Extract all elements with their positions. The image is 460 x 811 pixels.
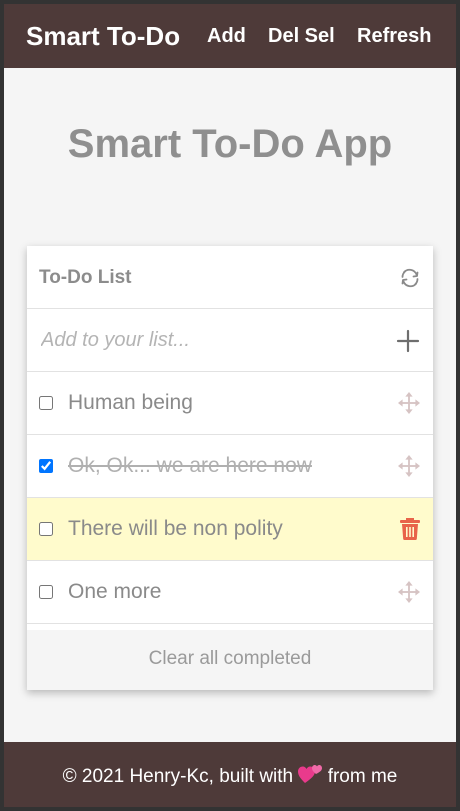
todo-checkbox[interactable] bbox=[39, 522, 53, 536]
move-icon[interactable] bbox=[398, 455, 422, 479]
app-frame: Smart To-Do Add Del Sel Refresh Smart To… bbox=[4, 4, 456, 807]
navbar: Smart To-Do Add Del Sel Refresh bbox=[4, 4, 456, 68]
refresh-icon[interactable] bbox=[398, 266, 422, 290]
add-item-input[interactable] bbox=[27, 309, 387, 372]
todo-text: There will be non polity bbox=[68, 517, 283, 540]
todo-item: Human being bbox=[27, 372, 433, 435]
todo-item: Ok, Ok... we are here now bbox=[27, 435, 433, 498]
add-item-row bbox=[27, 309, 433, 372]
todo-card: To-Do List Add to your list... Human bei… bbox=[27, 246, 433, 690]
todo-text: One more bbox=[68, 580, 162, 603]
move-icon[interactable] bbox=[398, 392, 422, 416]
trash-icon[interactable] bbox=[400, 518, 424, 542]
clear-completed-button[interactable]: Clear all completed bbox=[149, 648, 312, 670]
hearts-icon bbox=[298, 763, 323, 791]
todo-checkbox[interactable] bbox=[39, 396, 53, 410]
nav-add-link[interactable]: Add bbox=[207, 25, 246, 48]
move-icon[interactable] bbox=[398, 581, 422, 605]
card-header: To-Do List bbox=[27, 246, 433, 309]
todo-text: Ok, Ok... we are here now bbox=[68, 454, 312, 477]
navbar-brand[interactable]: Smart To-Do bbox=[26, 21, 180, 52]
todo-text: Human being bbox=[68, 391, 193, 414]
todo-checkbox[interactable] bbox=[39, 459, 53, 473]
todo-checkbox[interactable] bbox=[39, 585, 53, 599]
page-footer: © 2021 Henry-Kc, built with from me bbox=[4, 742, 456, 807]
card-title: To-Do List bbox=[39, 267, 132, 288]
todo-item: One more bbox=[27, 561, 433, 624]
footer-text-prefix: © 2021 Henry-Kc, built with bbox=[62, 766, 294, 787]
nav-refresh-link[interactable]: Refresh bbox=[357, 25, 431, 48]
card-footer: Clear all completed bbox=[27, 630, 433, 690]
page-title: Smart To-Do App bbox=[67, 122, 393, 166]
nav-delete-selected-link[interactable]: Del Sel bbox=[268, 25, 335, 48]
todo-item: There will be non polity bbox=[27, 498, 433, 561]
plus-icon[interactable] bbox=[396, 329, 420, 353]
footer-text-suffix: from me bbox=[327, 766, 398, 787]
